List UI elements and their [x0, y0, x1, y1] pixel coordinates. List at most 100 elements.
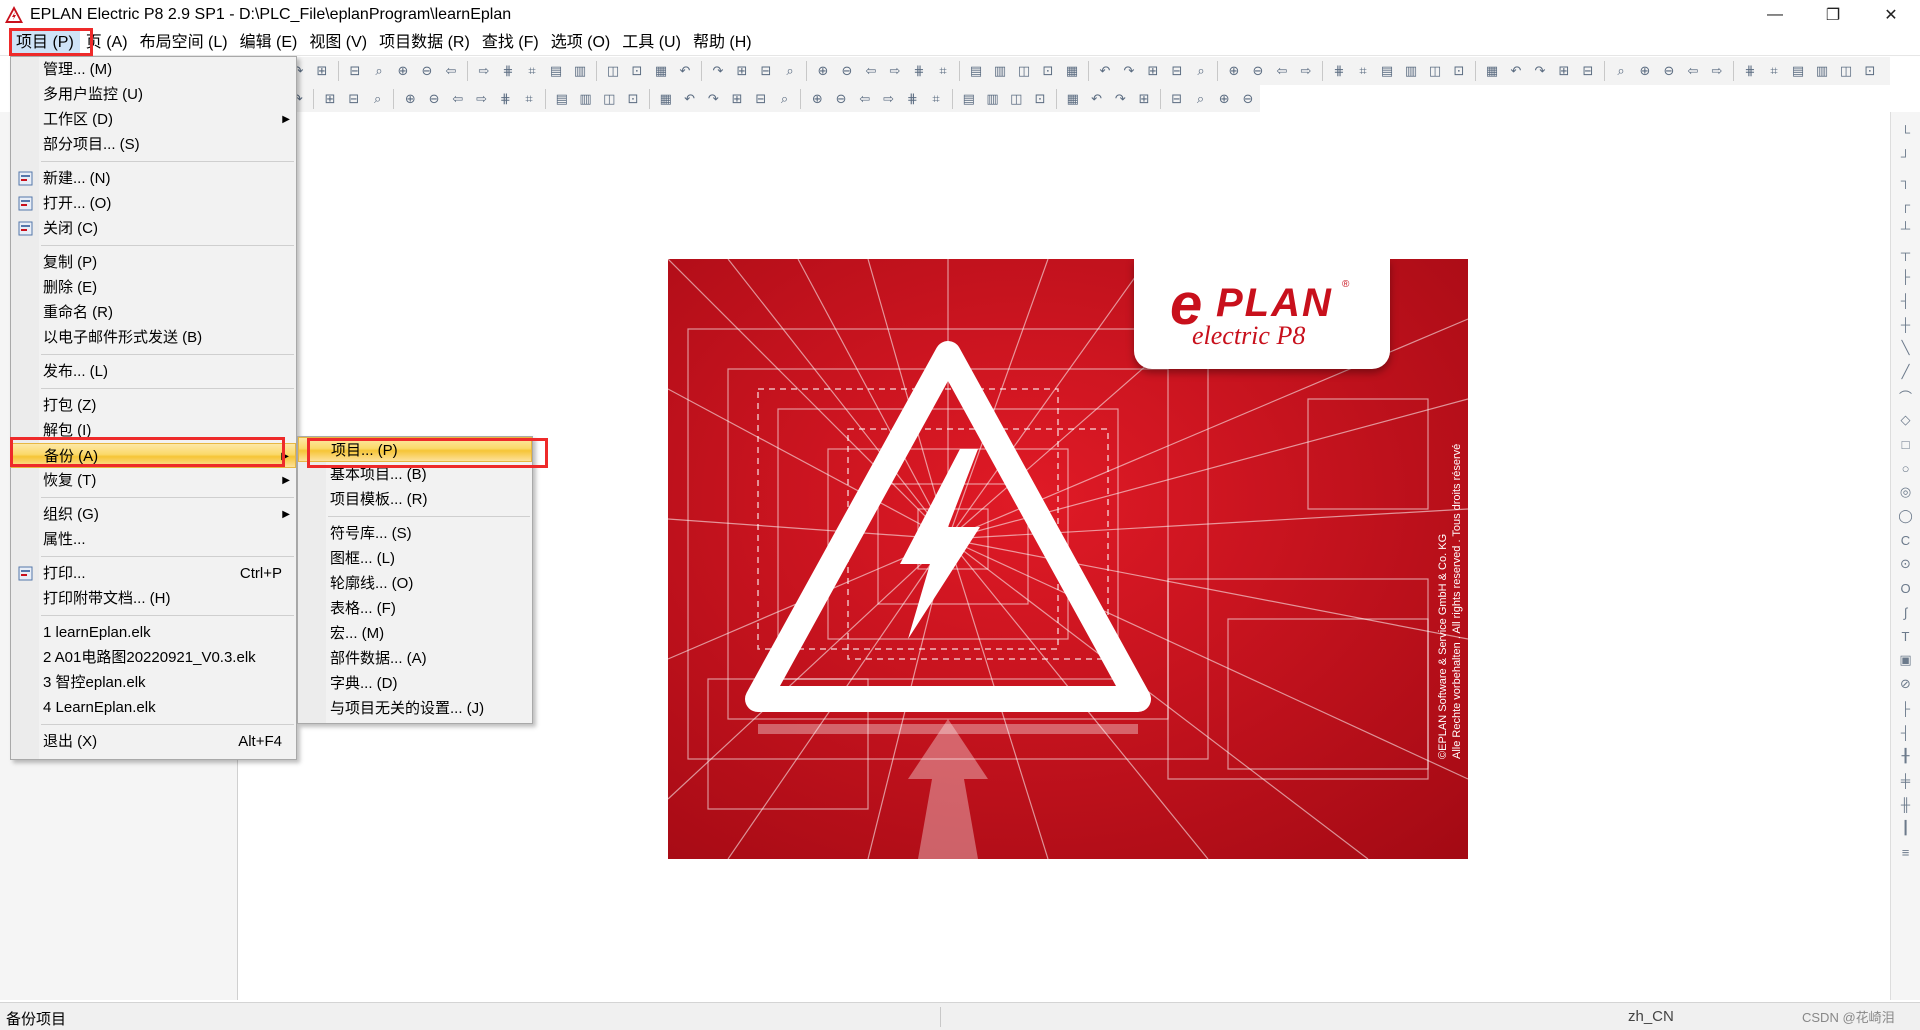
main-toolbar-tool-icon[interactable]: ▥ [1812, 61, 1832, 81]
main-toolbar-tool-icon[interactable]: ▥ [570, 61, 590, 81]
main-toolbar-tool-icon[interactable]: ▥ [990, 61, 1010, 81]
insert-symbol-tool-icon[interactable]: ┬ [1897, 243, 1915, 261]
main-toolbar-tool-icon[interactable]: ⇨ [474, 61, 494, 81]
main-toolbar-tool-icon[interactable]: ⇦ [861, 61, 881, 81]
backup-menu-item[interactable]: 与项目无关的设置... (J) [298, 696, 532, 721]
insert-symbol-tool-icon[interactable]: ┐ [1897, 171, 1915, 189]
insert-symbol-tool-icon[interactable]: ⊙ [1897, 555, 1915, 573]
menu-find[interactable]: 查找 (F) [476, 30, 545, 56]
graphics-toolbar-tool-icon[interactable]: ⊞ [320, 89, 340, 109]
main-toolbar-tool-icon[interactable]: ▥ [1401, 61, 1421, 81]
graphics-toolbar-tool-icon[interactable]: ⊖ [1238, 89, 1258, 109]
graphics-toolbar-tool-icon[interactable]: ↶ [1087, 89, 1107, 109]
main-toolbar-tool-icon[interactable]: ⌕ [780, 61, 800, 81]
close-button[interactable]: ✕ [1862, 0, 1920, 30]
graphics-toolbar-tool-icon[interactable]: ⌕ [1191, 89, 1211, 109]
menu-view[interactable]: 视图 (V) [303, 30, 373, 56]
insert-symbol-tool-icon[interactable]: ┴ [1897, 219, 1915, 237]
graphics-toolbar-tool-icon[interactable]: ↷ [1110, 89, 1130, 109]
main-toolbar-tool-icon[interactable]: ⊡ [1038, 61, 1058, 81]
graphics-toolbar-tool-icon[interactable]: ⊡ [623, 89, 643, 109]
main-toolbar-tool-icon[interactable]: ⌗ [1353, 61, 1373, 81]
main-toolbar-tool-icon[interactable]: ⊞ [732, 61, 752, 81]
insert-symbol-tool-icon[interactable]: ╂ [1897, 747, 1915, 765]
insert-symbol-tool-icon[interactable]: ╲ [1897, 339, 1915, 357]
insert-symbol-tool-icon[interactable]: ∫ [1897, 603, 1915, 621]
main-toolbar-tool-icon[interactable]: ⇦ [1272, 61, 1292, 81]
project-menu-item[interactable]: 重命名 (R) [11, 300, 296, 325]
backup-menu-item[interactable]: 图框... (L) [298, 546, 532, 571]
graphics-toolbar-tool-icon[interactable]: ⊕ [807, 89, 827, 109]
main-toolbar-tool-icon[interactable]: ⋕ [1740, 61, 1760, 81]
project-menu-item[interactable]: 打开... (O) [11, 191, 296, 216]
project-menu-item[interactable]: 打印... Ctrl+P [11, 561, 296, 586]
main-toolbar-tool-icon[interactable]: ⊕ [1224, 61, 1244, 81]
main-toolbar-tool-icon[interactable]: ↷ [1119, 61, 1139, 81]
main-toolbar-tool-icon[interactable]: ⊡ [1860, 61, 1880, 81]
main-toolbar-tool-icon[interactable]: ▦ [651, 61, 671, 81]
project-menu-item[interactable]: 2 A01电路图20220921_V0.3.elk [11, 645, 296, 670]
insert-symbol-tool-icon[interactable]: ▣ [1897, 651, 1915, 669]
project-menu-item[interactable]: 3 智控eplan.elk [11, 670, 296, 695]
graphics-toolbar-tool-icon[interactable]: ⊖ [424, 89, 444, 109]
main-toolbar-tool-icon[interactable]: ⊡ [627, 61, 647, 81]
main-toolbar-tool-icon[interactable]: ▤ [966, 61, 986, 81]
graphics-toolbar-tool-icon[interactable]: ▤ [959, 89, 979, 109]
project-menu-item[interactable]: 工作区 (D) ▶ [11, 107, 296, 132]
menu-project-data[interactable]: 项目数据 (R) [373, 30, 476, 56]
graphics-toolbar-tool-icon[interactable]: ⇨ [879, 89, 899, 109]
graphics-toolbar-tool-icon[interactable]: ▦ [656, 89, 676, 109]
graphics-toolbar-tool-icon[interactable]: ⇨ [472, 89, 492, 109]
menu-layout-space[interactable]: 布局空间 (L) [134, 30, 234, 56]
main-toolbar-tool-icon[interactable]: ◫ [603, 61, 623, 81]
backup-menu-item[interactable]: 字典... (D) [298, 671, 532, 696]
graphics-toolbar-tool-icon[interactable]: ⋕ [902, 89, 922, 109]
graphics-toolbar-tool-icon[interactable]: ⌕ [368, 89, 388, 109]
restore-button[interactable]: ❐ [1804, 0, 1862, 30]
project-menu-item[interactable]: 4 LearnEplan.elk [11, 695, 296, 720]
project-menu-item[interactable]: 1 learnEplan.elk [11, 620, 296, 645]
main-toolbar-tool-icon[interactable]: ⇨ [1707, 61, 1727, 81]
main-toolbar-tool-icon[interactable]: ⊟ [756, 61, 776, 81]
graphics-toolbar-tool-icon[interactable]: ◫ [599, 89, 619, 109]
project-menu-item[interactable]: 多用户监控 (U) [11, 82, 296, 107]
insert-symbol-tool-icon[interactable]: ◎ [1897, 483, 1915, 501]
project-menu-item[interactable]: 新建... (N) [11, 166, 296, 191]
main-toolbar-tool-icon[interactable]: ⇦ [1683, 61, 1703, 81]
main-toolbar-tool-icon[interactable]: ⊖ [837, 61, 857, 81]
insert-symbol-tool-icon[interactable]: ⌒ [1897, 387, 1915, 405]
main-toolbar-tool-icon[interactable]: ⊟ [1578, 61, 1598, 81]
main-toolbar-tool-icon[interactable]: ▤ [546, 61, 566, 81]
insert-symbol-tool-icon[interactable]: C [1897, 531, 1915, 549]
main-toolbar-tool-icon[interactable]: ⌗ [933, 61, 953, 81]
graphics-toolbar-tool-icon[interactable]: ⌗ [519, 89, 539, 109]
insert-symbol-tool-icon[interactable]: ╱ [1897, 363, 1915, 381]
insert-symbol-tool-icon[interactable]: ├ [1897, 699, 1915, 717]
graphics-toolbar-tool-icon[interactable]: ⊟ [1167, 89, 1187, 109]
main-toolbar-tool-icon[interactable]: ⋕ [1329, 61, 1349, 81]
project-menu-item[interactable]: 发布... (L) [11, 359, 296, 384]
graphics-toolbar-tool-icon[interactable]: ▦ [1063, 89, 1083, 109]
main-toolbar-tool-icon[interactable]: ▦ [1062, 61, 1082, 81]
backup-menu-item[interactable]: 轮廓线... (O) [298, 571, 532, 596]
project-menu-item[interactable]: 打包 (Z) [11, 393, 296, 418]
project-menu-item[interactable]: 恢复 (T) ▶ [11, 468, 296, 493]
project-menu-item[interactable]: 属性... [11, 527, 296, 552]
project-menu-item[interactable]: 组织 (G) ▶ [11, 502, 296, 527]
insert-symbol-tool-icon[interactable]: ┘ [1897, 147, 1915, 165]
main-toolbar-tool-icon[interactable]: ▤ [1377, 61, 1397, 81]
main-toolbar-tool-icon[interactable]: ⊕ [1635, 61, 1655, 81]
graphics-toolbar-tool-icon[interactable]: ⊡ [1030, 89, 1050, 109]
backup-menu-item[interactable]: 项目模板... (R) [298, 487, 532, 512]
insert-symbol-tool-icon[interactable]: ≡ [1897, 843, 1915, 861]
main-toolbar-tool-icon[interactable]: ⊖ [417, 61, 437, 81]
main-toolbar-tool-icon[interactable]: ↷ [708, 61, 728, 81]
minimize-button[interactable]: — [1746, 0, 1804, 30]
main-toolbar-tool-icon[interactable]: ⊖ [1659, 61, 1679, 81]
graphics-toolbar-tool-icon[interactable]: ▥ [983, 89, 1003, 109]
menu-help[interactable]: 帮助 (H) [687, 30, 758, 56]
graphics-toolbar-tool-icon[interactable]: ⊟ [344, 89, 364, 109]
insert-symbol-tool-icon[interactable]: O [1897, 579, 1915, 597]
main-toolbar-tool-icon[interactable]: ⊖ [1248, 61, 1268, 81]
main-toolbar-tool-icon[interactable]: ⌗ [1764, 61, 1784, 81]
